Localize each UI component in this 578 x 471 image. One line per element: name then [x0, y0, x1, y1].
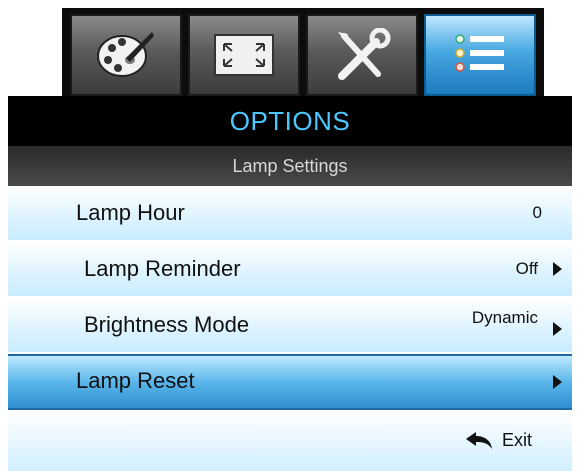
section-title: Lamp Settings [232, 155, 348, 176]
lamp-reminder-value: Off [515, 259, 538, 278]
chevron-right-icon[interactable] [553, 262, 562, 276]
chevron-right-icon[interactable] [553, 375, 562, 389]
menu-item-lamp-hour[interactable]: Lamp Hour 0 [8, 186, 572, 242]
subtitle-bar: Lamp Settings [8, 146, 572, 186]
options-list-icon [455, 34, 504, 72]
lamp-hour-value: 0 [532, 203, 542, 222]
title-bar: OPTIONS [8, 96, 572, 146]
return-arrow-icon [465, 431, 492, 449]
menu-item-label: Lamp Hour [76, 200, 185, 225]
chevron-right-icon[interactable] [553, 322, 562, 336]
exit-label: Exit [501, 430, 532, 450]
page-title: OPTIONS [229, 105, 351, 136]
tab-image[interactable] [188, 14, 300, 96]
tab-options[interactable] [424, 14, 536, 96]
footer: Exit [8, 412, 572, 471]
palette-icon [97, 32, 154, 77]
menu-item-brightness-mode[interactable]: Brightness Mode Dynamic [8, 298, 572, 354]
tab-setup[interactable] [306, 14, 418, 96]
menu-item-lamp-reset[interactable]: Lamp Reset [8, 354, 572, 410]
menu-item-label: Lamp Reminder [84, 256, 241, 281]
tools-icon [338, 28, 391, 80]
menu-item-lamp-reminder[interactable]: Lamp Reminder Off [8, 242, 572, 298]
tab-bar [62, 8, 544, 96]
brightness-mode-value: Dynamic [471, 308, 538, 327]
menu-item-label: Brightness Mode [84, 312, 250, 337]
display-fullscreen-icon [214, 34, 274, 76]
menu-item-label: Lamp Reset [76, 368, 195, 393]
menu-list: Lamp Hour 0 Lamp Reminder Off Brightness… [8, 186, 572, 410]
osd-menu: OPTIONS Lamp Settings Lamp Hour 0 Lamp R… [8, 0, 572, 471]
exit-button[interactable]: Exit [464, 430, 532, 451]
tab-display-settings[interactable] [70, 14, 182, 96]
